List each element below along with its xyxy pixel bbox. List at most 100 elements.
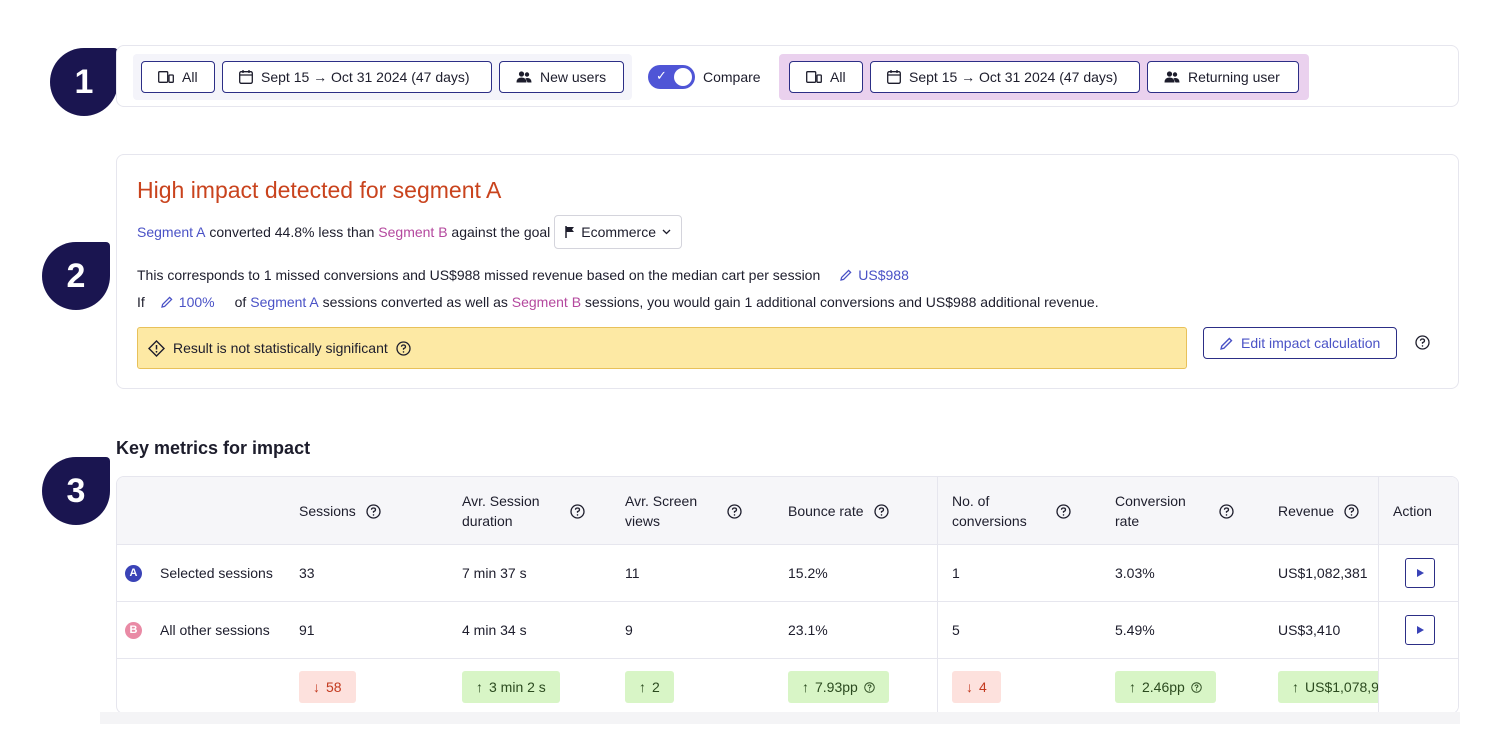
- delta-value: 7.93pp: [815, 679, 858, 695]
- delta-badge: ↑ 2: [625, 671, 674, 703]
- gain-text-end: sessions, you would gain 1 additional co…: [581, 294, 1099, 310]
- missed-revenue-line: This corresponds to 1 missed conversions…: [137, 267, 909, 283]
- users-icon: [516, 71, 532, 83]
- segment-b-link[interactable]: Segment B: [512, 294, 581, 310]
- action-column: Action: [1378, 477, 1458, 713]
- gain-line: If 100% of Segment A sessions converted …: [137, 294, 1099, 310]
- percent-value: 100%: [178, 294, 215, 310]
- help-icon[interactable]: [727, 503, 742, 519]
- check-icon: ✓: [656, 68, 667, 83]
- median-cart-edit[interactable]: US$988: [840, 267, 909, 283]
- gain-if: If: [137, 294, 145, 310]
- help-icon[interactable]: [873, 503, 889, 519]
- segment-b-date-label: Sept 15 → Oct 31 2024 (47 days): [909, 69, 1118, 85]
- cell-sessions: 91: [299, 622, 315, 638]
- compare-toggle[interactable]: ✓: [648, 65, 695, 89]
- devices-icon: [806, 71, 822, 83]
- cell-sessions: 33: [299, 565, 315, 581]
- help-icon[interactable]: [1415, 335, 1430, 350]
- column-header-conversion-rate: Conversion rate: [1115, 477, 1234, 545]
- table-row: A Selected sessions 33 7 min 37 s 11 15.…: [117, 545, 1458, 602]
- help-icon[interactable]: [396, 340, 411, 356]
- segment-a-device-label: All: [182, 69, 198, 85]
- chevron-down-icon: [662, 229, 671, 235]
- row-label-text: Selected sessions: [160, 565, 273, 581]
- goal-label: Ecommerce: [581, 224, 656, 240]
- cell-conversion-rate: 3.03%: [1115, 565, 1155, 581]
- help-icon[interactable]: [1344, 503, 1359, 519]
- filter-bar: All Sept 15 → Oct 31 2024 (47 days) New …: [116, 45, 1459, 107]
- arrow-up-icon: ↑: [802, 679, 809, 695]
- delta-cell-conversions: ↓ 4: [952, 659, 1001, 713]
- arrow-up-icon: ↑: [1129, 679, 1136, 695]
- delta-value: 3 min 2 s: [489, 679, 546, 695]
- scroll-shadow: [100, 712, 1460, 724]
- delta-cell-session-duration: ↑ 3 min 2 s: [462, 659, 560, 713]
- goal-dropdown[interactable]: Ecommerce: [554, 215, 682, 249]
- segment-a-date-label: Sept 15 → Oct 31 2024 (47 days): [261, 69, 470, 85]
- help-icon[interactable]: [366, 503, 381, 519]
- cell-conversions: 1: [952, 565, 960, 581]
- column-header-sessions: Sessions: [299, 477, 381, 545]
- segment-b-date-chip[interactable]: Sept 15 → Oct 31 2024 (47 days): [870, 61, 1140, 93]
- cell-bounce-rate: 15.2%: [788, 565, 828, 581]
- play-sessions-a-button[interactable]: [1405, 558, 1435, 588]
- edit-impact-label: Edit impact calculation: [1241, 335, 1381, 351]
- warning-diamond-icon: [148, 339, 165, 357]
- missed-revenue-text: This corresponds to 1 missed conversions…: [137, 267, 821, 283]
- column-header-action: Action: [1379, 477, 1458, 545]
- help-icon[interactable]: [570, 503, 585, 519]
- segment-a-link[interactable]: Segment A: [137, 224, 206, 240]
- edit-impact-calculation-button[interactable]: Edit impact calculation: [1203, 327, 1398, 359]
- segment-a-audience-chip[interactable]: New users: [499, 61, 624, 93]
- cell-bounce-rate: 23.1%: [788, 622, 828, 638]
- row-label-text: All other sessions: [160, 622, 270, 638]
- calendar-icon: [887, 70, 901, 84]
- gain-text: sessions converted as well as: [318, 294, 512, 310]
- column-header-label: Bounce rate: [788, 503, 864, 519]
- help-icon[interactable]: [1219, 503, 1234, 519]
- devices-icon: [158, 71, 174, 83]
- arrow-up-icon: ↑: [476, 679, 483, 695]
- segment-b-filters: All Sept 15 → Oct 31 2024 (47 days) Retu…: [779, 54, 1309, 100]
- toggle-knob: [674, 68, 692, 86]
- segment-a-device-chip[interactable]: All: [141, 61, 215, 93]
- impact-title: High impact detected for segment A: [137, 177, 502, 203]
- cell-screen-views: 9: [625, 622, 633, 638]
- percent-edit[interactable]: 100%: [160, 294, 215, 310]
- delta-cell-screen-views: ↑ 2: [625, 659, 674, 713]
- segment-b-device-chip[interactable]: All: [789, 61, 863, 93]
- help-icon[interactable]: [1056, 503, 1071, 519]
- column-header-bounce-rate: Bounce rate: [788, 477, 889, 545]
- column-header-label: No. of conversions: [952, 493, 1027, 529]
- cell-conversion-rate: 5.49%: [1115, 622, 1155, 638]
- help-icon[interactable]: [1191, 681, 1202, 693]
- action-cell: [1379, 602, 1458, 659]
- column-header-label: Avr. Screen views: [625, 493, 698, 529]
- segment-a-audience-label: New users: [540, 69, 607, 85]
- column-header-label: Avr. Session duration: [462, 493, 540, 529]
- flag-icon: [565, 226, 575, 238]
- delta-badge: ↓ 4: [952, 671, 1001, 703]
- segment-b-badge: B: [125, 621, 142, 639]
- arrow-down-icon: ↓: [966, 679, 973, 695]
- delta-value: 4: [979, 679, 987, 695]
- action-cell: [1379, 545, 1458, 602]
- users-icon: [1164, 71, 1180, 83]
- column-header-session-duration: Avr. Session duration: [462, 477, 585, 545]
- column-header-label: Conversion rate: [1115, 493, 1186, 529]
- pencil-icon: [1220, 337, 1233, 350]
- help-icon[interactable]: [864, 681, 875, 693]
- segment-a-date-chip[interactable]: Sept 15 → Oct 31 2024 (47 days): [222, 61, 492, 93]
- row-label: B All other sessions: [125, 602, 270, 658]
- column-header-label: Sessions: [299, 503, 356, 519]
- step-badge-1: 1: [50, 48, 118, 116]
- play-sessions-b-button[interactable]: [1405, 615, 1435, 645]
- segment-b-link[interactable]: Segment B: [378, 224, 447, 240]
- play-icon: [1416, 626, 1424, 634]
- pencil-icon: [160, 296, 173, 308]
- delta-cell-sessions: ↓ 58: [299, 659, 356, 713]
- segment-a-link[interactable]: Segment A: [250, 294, 319, 310]
- segment-b-audience-chip[interactable]: Returning user: [1147, 61, 1299, 93]
- cell-session-duration: 4 min 34 s: [462, 622, 527, 638]
